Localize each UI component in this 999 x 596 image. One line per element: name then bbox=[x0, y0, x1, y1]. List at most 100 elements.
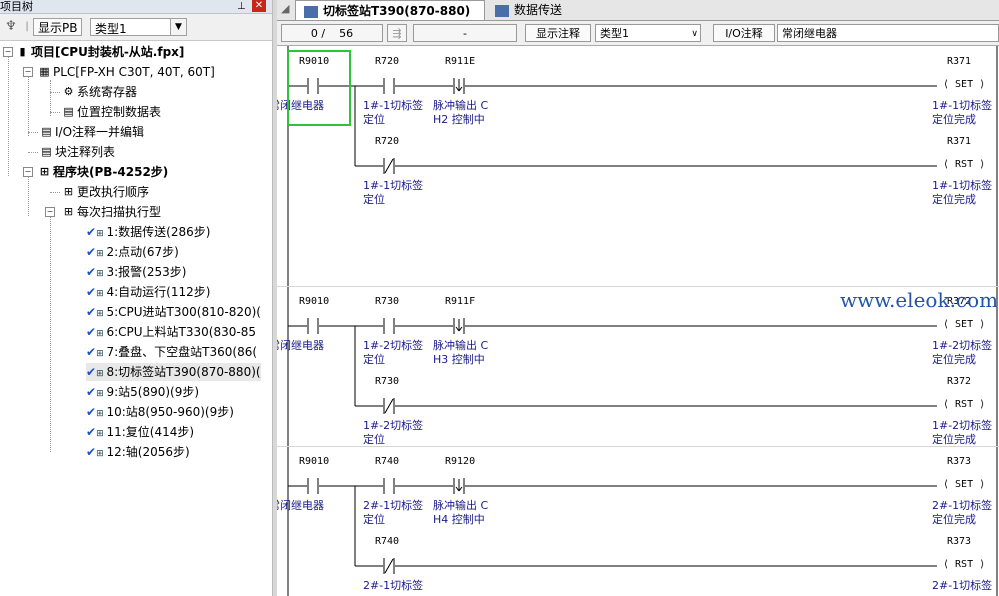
coil-comment: 1#-2切标签 bbox=[932, 339, 993, 352]
show-pb-button[interactable]: 显示PB bbox=[33, 18, 83, 36]
checkmark-icon: ✔ bbox=[86, 365, 97, 379]
collapse-program-icon[interactable]: − bbox=[23, 167, 33, 177]
collapse-scan-icon[interactable]: − bbox=[45, 207, 55, 217]
branch-coil-address: R371 bbox=[947, 136, 972, 147]
contact-comment-line2: H4 控制中 bbox=[433, 513, 485, 526]
tree-item-block-3[interactable]: ✔⊞ 3:报警(253步) bbox=[86, 263, 186, 281]
type-select[interactable]: 类型1 ▼ bbox=[90, 18, 187, 36]
collapse-project-icon[interactable]: − bbox=[3, 47, 13, 57]
tree-item-block-10[interactable]: ✔⊞ 10:站8(950-960)(9步) bbox=[86, 403, 234, 421]
checkmark-icon: ✔ bbox=[86, 445, 97, 459]
tree-item-plc[interactable]: ▦ PLC[FP-XH C30T, 40T, 60T] bbox=[36, 63, 214, 81]
contact-gap bbox=[307, 478, 319, 494]
tree-item-change-order[interactable]: ⊞ 更改执行顺序 bbox=[60, 183, 149, 201]
rung-separator bbox=[277, 446, 999, 447]
project-tree-pane: 项目树 ⊥ ✕ ♆ | 显示PB 类型1 ▼ − − − − ▮ 项目[CPU封装… bbox=[0, 0, 272, 596]
block-icon: ⊞ bbox=[96, 449, 107, 459]
io-comment-label: I/O注释 bbox=[713, 24, 775, 42]
tree-toolbar: ♆ | 显示PB 类型1 ▼ bbox=[0, 14, 272, 41]
scan-icon: ⊞ bbox=[63, 205, 74, 218]
set-coil: ⟨ SET ⟩ bbox=[941, 479, 988, 490]
coil-comment-line2: 定位完成 bbox=[932, 353, 976, 366]
contact-address: R740 bbox=[375, 456, 400, 467]
checkmark-icon: ✔ bbox=[86, 325, 97, 339]
coil-comment-line2: 定位完成 bbox=[932, 113, 976, 126]
contact-comment-line2: H2 控制中 bbox=[433, 113, 485, 126]
close-icon[interactable]: ✕ bbox=[252, 0, 266, 12]
tree-item-system-register[interactable]: ⚙ 系统寄存器 bbox=[60, 83, 137, 101]
table-icon: ▤ bbox=[63, 105, 74, 118]
wrench-icon: ⚙ bbox=[63, 85, 74, 98]
tree-item-block-11[interactable]: ✔⊞ 11:复位(414步) bbox=[86, 423, 194, 441]
contact-comment: 2#-1切标签 bbox=[363, 499, 424, 512]
branch-contact-address: R720 bbox=[375, 136, 400, 147]
ladder-doc-icon bbox=[304, 5, 318, 18]
contact-address: R730 bbox=[375, 296, 400, 307]
tree-item-block-2[interactable]: ✔⊞ 2:点动(67步) bbox=[86, 243, 179, 261]
tree-item-block-12[interactable]: ✔⊞ 12:轴(2056步) bbox=[86, 443, 190, 461]
type-select-value: 类型1 bbox=[95, 22, 127, 36]
goto-icon[interactable]: ⇶ bbox=[387, 24, 407, 42]
block-icon: ⊞ bbox=[96, 349, 107, 359]
collapse-plc-icon[interactable]: − bbox=[23, 67, 33, 77]
tree-item-position-table[interactable]: ▤ 位置控制数据表 bbox=[60, 103, 161, 121]
show-comments-button[interactable]: 显示注释 bbox=[525, 24, 591, 42]
tree-item-block-4[interactable]: ✔⊞ 4:自动运行(112步) bbox=[86, 283, 210, 301]
tree-item-project[interactable]: ▮ 项目[CPU封装机-从站.fpx] bbox=[14, 43, 184, 61]
branch-coil-comment: 2#-1切标签 bbox=[932, 579, 993, 592]
pin-icon[interactable]: ⊥ bbox=[237, 0, 246, 13]
branch-contact-comment-line2: 定位 bbox=[363, 193, 385, 206]
contact-comment: 脉冲输出 C bbox=[433, 499, 489, 512]
contact-gap bbox=[383, 78, 395, 94]
branch-contact-comment: 1#-1切标签 bbox=[363, 179, 424, 192]
plc-icon: ▦ bbox=[39, 65, 50, 78]
checkmark-icon: ✔ bbox=[86, 345, 97, 359]
tree-item-block-9[interactable]: ✔⊞ 9:站5(890)(9步) bbox=[86, 383, 199, 401]
address-field[interactable]: - bbox=[413, 24, 517, 42]
block-icon: ⊞ bbox=[96, 249, 107, 259]
tree-item-block-comments[interactable]: ▤ 块注释列表 bbox=[38, 143, 115, 161]
tree-item-block-6[interactable]: ✔⊞ 6:CPU上料站T330(830-85 bbox=[86, 323, 256, 341]
chevron-down-icon[interactable]: ▼ bbox=[170, 19, 186, 35]
chevron-down-icon[interactable]: ∨ bbox=[691, 25, 698, 43]
tree-item-program-block[interactable]: ⊞ 程序块(PB-4252步) bbox=[36, 163, 168, 181]
block-icon: ⊞ bbox=[96, 429, 107, 439]
tab-scroll-icon[interactable]: ◢ bbox=[281, 2, 289, 15]
tree-item-io-comment[interactable]: ▤ I/O注释一并编辑 bbox=[38, 123, 144, 141]
pane-title-bar: 项目树 ⊥ ✕ bbox=[0, 0, 272, 14]
contact-address: R911E bbox=[445, 56, 476, 67]
contact-comment-line2: 定位 bbox=[363, 513, 385, 526]
coil-comment: 2#-1切标签 bbox=[932, 499, 993, 512]
coil-address: R371 bbox=[947, 56, 972, 67]
tree-item-block-7[interactable]: ✔⊞ 7:叠盘、下空盘站T360(86( bbox=[86, 343, 257, 361]
coil-address: R373 bbox=[947, 456, 972, 467]
checkmark-icon: ✔ bbox=[86, 245, 97, 259]
contact-comment-line2: 定位 bbox=[363, 353, 385, 366]
list-icon: ▤ bbox=[41, 145, 52, 158]
tab-data-transfer[interactable]: 数据传送 bbox=[487, 0, 587, 20]
branch-coil-comment: 1#-2切标签 bbox=[932, 419, 993, 432]
rung-separator bbox=[277, 286, 999, 287]
set-coil: ⟨ SET ⟩ bbox=[941, 319, 988, 330]
coil-comment-line2: 定位完成 bbox=[932, 513, 976, 526]
tree-item-scan-exec[interactable]: ⊞ 每次扫描执行型 bbox=[60, 203, 161, 221]
ladder-lines bbox=[287, 46, 998, 596]
cursor-selection bbox=[287, 50, 351, 126]
comment-type-select[interactable]: 类型1 ∨ bbox=[595, 24, 701, 42]
editor-toolbar: 0 / 56 ⇶ - 显示注释 类型1 ∨ I/O注释 常闭继电器 bbox=[277, 21, 999, 46]
contact-comment: 脉冲输出 C bbox=[433, 339, 489, 352]
io-comment-input[interactable]: 常闭继电器 bbox=[777, 24, 999, 42]
editor-tab-bar: ◢ 切标签站T390(870-880)✕ 数据传送 bbox=[277, 0, 999, 38]
tree-item-block-1[interactable]: ✔⊞ 1:数据传送(286步) bbox=[86, 223, 210, 241]
tree-settings-icon[interactable]: ♆ bbox=[3, 19, 19, 35]
tab-cut-label-station[interactable]: 切标签站T390(870-880)✕ bbox=[295, 0, 485, 38]
contact-comment: 1#-1切标签 bbox=[363, 99, 424, 112]
step-position-field[interactable]: 0 / 56 bbox=[281, 24, 383, 42]
block-icon: ⊞ bbox=[96, 229, 107, 239]
ladder-diagram[interactable]: R9010常闭继电器R7201#-1切标签定位R911E脉冲输出 CH2 控制中… bbox=[277, 46, 999, 596]
tree-item-block-5[interactable]: ✔⊞ 5:CPU进站T300(810-820)( bbox=[86, 303, 261, 321]
block-icon: ⊞ bbox=[96, 309, 107, 319]
rst-coil: ⟨ RST ⟩ bbox=[941, 159, 988, 170]
contact-address: R720 bbox=[375, 56, 400, 67]
tree-item-block-8[interactable]: ✔⊞ 8:切标签站T390(870-880)( bbox=[86, 363, 261, 381]
